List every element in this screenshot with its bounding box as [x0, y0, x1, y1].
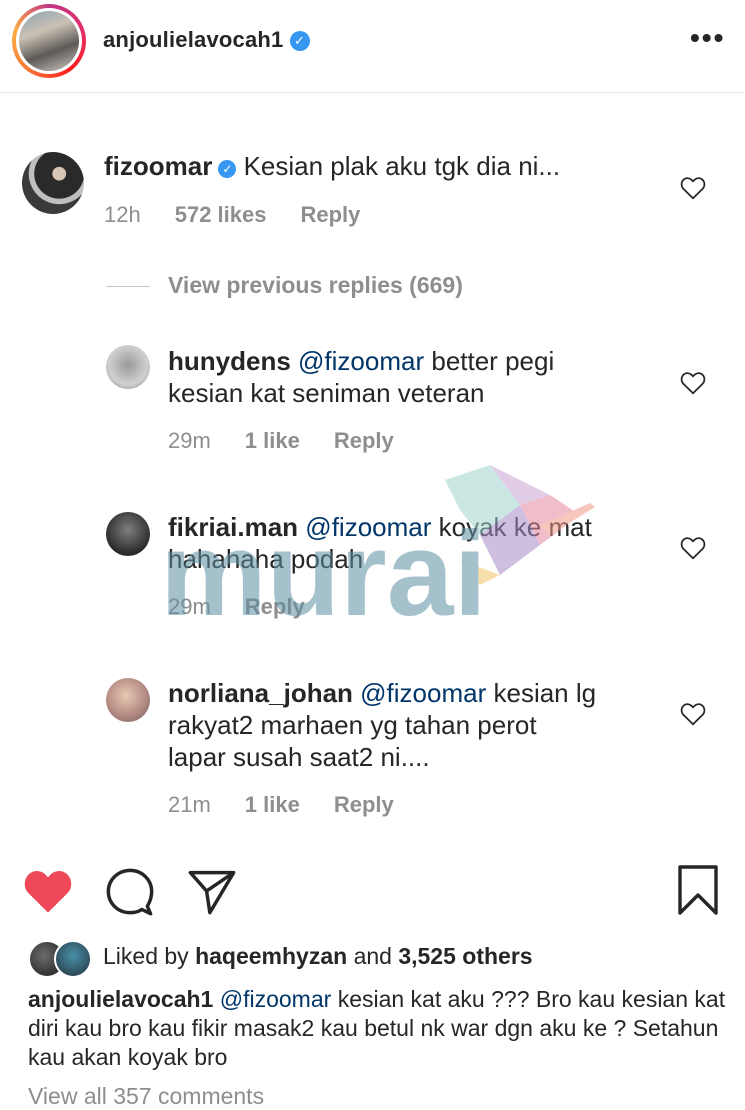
avatar[interactable]: [54, 940, 92, 978]
heart-filled-icon[interactable]: [22, 865, 74, 917]
header-username[interactable]: anjoulielavocah1 ✓: [103, 27, 310, 53]
paper-plane-icon[interactable]: [186, 865, 238, 917]
liked-by-and: and: [353, 943, 392, 969]
comment-body: fizoomar ✓ Kesian plak aku tgk dia ni...: [104, 150, 560, 182]
heart-outline-icon[interactable]: [680, 702, 706, 726]
liked-by-prefix: Liked by: [103, 943, 189, 969]
comment-text: kesian lg: [493, 678, 597, 708]
post-caption: anjoulielavocah1 @fizoomar kesian kat ak…: [28, 985, 728, 1072]
comment-avatar-hunydens[interactable]: [106, 345, 150, 389]
bookmark-icon[interactable]: [672, 864, 724, 916]
replies-divider: [106, 286, 150, 287]
verified-badge-icon: ✓: [218, 160, 237, 178]
reply-button[interactable]: Reply: [334, 792, 394, 817]
comment-meta: 29m 1 like Reply: [168, 428, 428, 454]
comment-username[interactable]: norliana_johan: [168, 678, 353, 708]
reply-button[interactable]: Reply: [300, 202, 360, 227]
comment-meta: 12h 572 likes Reply: [104, 202, 394, 228]
liked-by-text: Liked by haqeemhyzan and 3,525 others: [103, 943, 533, 970]
heart-outline-icon[interactable]: [680, 371, 706, 395]
comment-text: Kesian plak aku tgk dia ni...: [243, 151, 561, 181]
heart-outline-icon[interactable]: [680, 536, 706, 560]
liked-by-user[interactable]: haqeemhyzan: [195, 943, 347, 969]
view-all-comments-link[interactable]: View all 357 comments: [28, 1083, 264, 1110]
comment-likes[interactable]: 572 likes: [175, 202, 267, 227]
comment-time: 21m: [168, 792, 211, 817]
more-options-icon[interactable]: •••: [690, 22, 725, 54]
view-previous-replies-button[interactable]: View previous replies (669): [168, 272, 463, 299]
mention-link[interactable]: @fizoomar: [360, 678, 486, 708]
comment-body: hunydens @fizoomar better pegi kesian ka…: [168, 345, 554, 409]
reply-button[interactable]: Reply: [334, 428, 394, 453]
comment-avatar-fizoomar[interactable]: [22, 152, 84, 214]
profile-avatar[interactable]: [12, 4, 86, 78]
heart-outline-icon[interactable]: [680, 176, 706, 200]
comment-time: 12h: [104, 202, 141, 227]
comment-text: rakyat2 marhaen yg tahan perot: [168, 710, 537, 740]
comment-likes[interactable]: 1 like: [245, 792, 300, 817]
watermark-text: murai: [160, 507, 487, 635]
comment-body: norliana_johan @fizoomar kesian lg rakya…: [168, 677, 596, 773]
comment-bubble-icon[interactable]: [104, 865, 156, 917]
comment-text: kesian kat seniman veteran: [168, 378, 485, 408]
comment-avatar-norliana-johan[interactable]: [106, 678, 150, 722]
liked-by-others[interactable]: 3,525 others: [398, 943, 532, 969]
comment-time: 29m: [168, 428, 211, 453]
comment-username[interactable]: fizoomar: [104, 151, 212, 181]
comment-text: lapar susah saat2 ni....: [168, 742, 430, 772]
comment-likes[interactable]: 1 like: [245, 428, 300, 453]
watermark-logo: murai: [160, 465, 595, 635]
mention-link[interactable]: @fizoomar: [298, 346, 424, 376]
comment-text: better pegi: [431, 346, 555, 376]
verified-badge-icon: ✓: [289, 31, 310, 51]
comment-avatar-fikriai-man[interactable]: [106, 512, 150, 556]
caption-username[interactable]: anjoulielavocah1: [28, 986, 213, 1012]
header-username-label[interactable]: anjoulielavocah1: [103, 27, 284, 52]
mention-link[interactable]: @fizoomar: [220, 986, 332, 1012]
liked-by-avatars[interactable]: [28, 940, 92, 978]
comment-username[interactable]: hunydens: [168, 346, 291, 376]
comment-meta: 21m 1 like Reply: [168, 792, 428, 818]
